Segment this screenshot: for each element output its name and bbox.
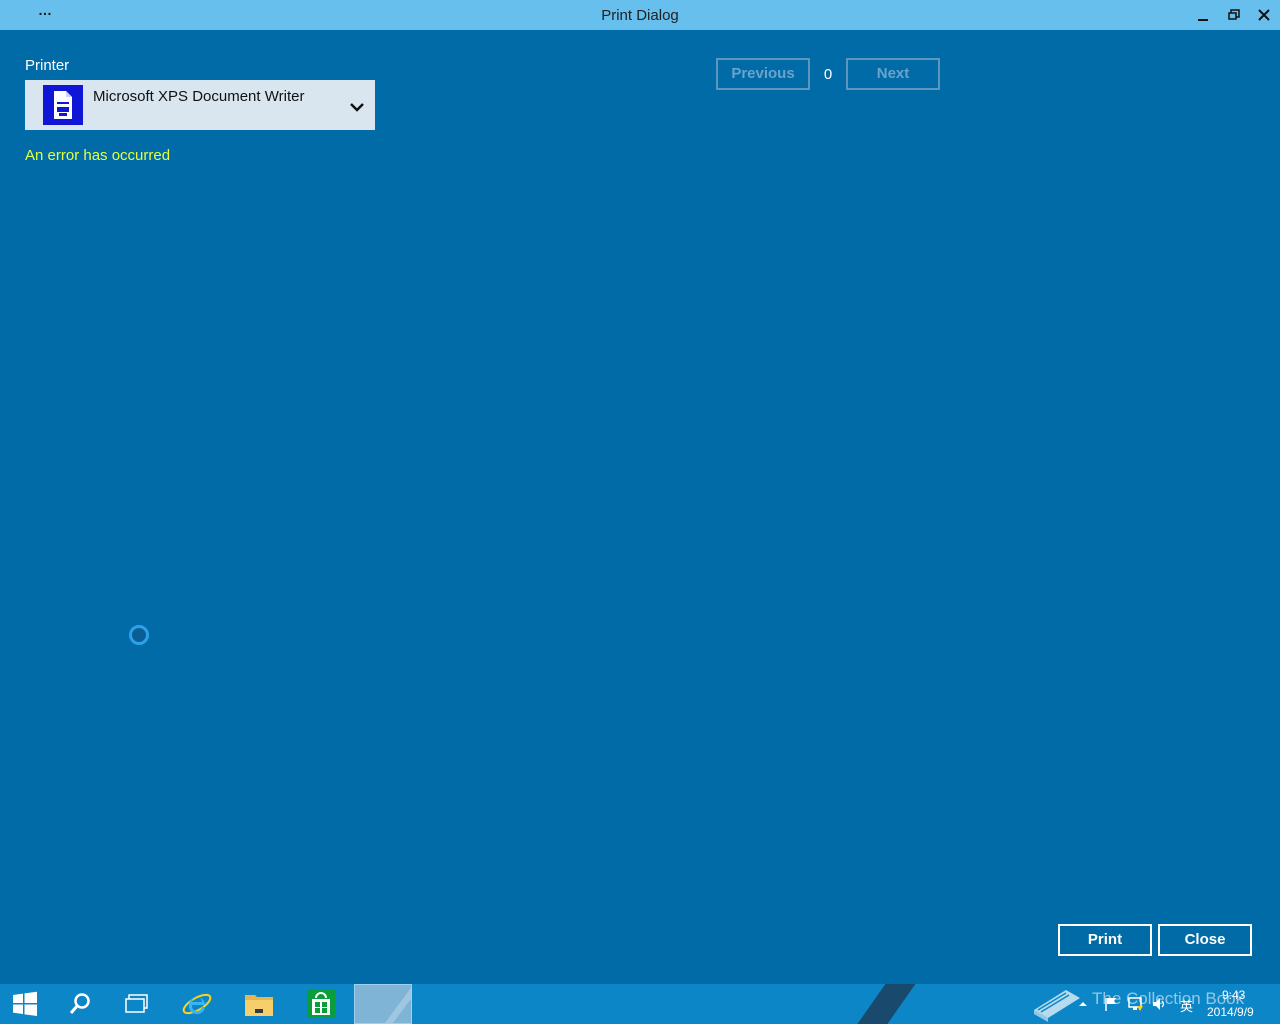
next-button[interactable]: Next (846, 58, 940, 90)
loading-spinner-icon (129, 625, 149, 645)
printer-document-icon (43, 85, 83, 125)
input-method-indicator[interactable]: 英 (1180, 996, 1193, 1015)
search-icon[interactable] (55, 984, 105, 1024)
show-hidden-icons-icon[interactable] (1078, 996, 1088, 1014)
print-button[interactable]: Print (1058, 924, 1152, 956)
clock-time[interactable]: 9:43 (1222, 988, 1245, 1002)
close-button[interactable]: Close (1158, 924, 1252, 956)
internet-explorer-icon[interactable] (172, 984, 222, 1024)
taskbar: The Collection Book 英 9:43 2014/9/9 (0, 984, 1280, 1024)
file-explorer-icon[interactable] (234, 984, 284, 1024)
error-message: An error has occurred (25, 147, 171, 164)
task-view-icon[interactable] (112, 984, 162, 1024)
action-center-flag-icon[interactable] (1103, 996, 1119, 1017)
printer-name: Microsoft XPS Document Writer (93, 88, 305, 105)
network-icon[interactable] (1128, 996, 1144, 1017)
page-number: 0 (823, 66, 833, 83)
title-bar: … Print Dialog (0, 0, 1280, 30)
store-icon[interactable] (296, 984, 346, 1024)
volume-icon[interactable] (1152, 996, 1168, 1017)
start-icon[interactable] (0, 984, 50, 1024)
restore-icon[interactable] (1219, 0, 1249, 30)
previous-button[interactable]: Previous (716, 58, 810, 90)
taskbar-wallpaper-stripe (850, 984, 920, 1024)
printer-dropdown[interactable]: Microsoft XPS Document Writer (25, 80, 375, 130)
minimize-icon[interactable] (1188, 0, 1218, 30)
close-icon[interactable] (1249, 0, 1279, 30)
print-dialog-app[interactable] (354, 984, 412, 1024)
window-title: Print Dialog (601, 7, 679, 24)
printer-label: Printer (25, 57, 70, 74)
clock-date[interactable]: 2014/9/9 (1207, 1005, 1254, 1019)
chevron-down-icon (350, 99, 364, 117)
